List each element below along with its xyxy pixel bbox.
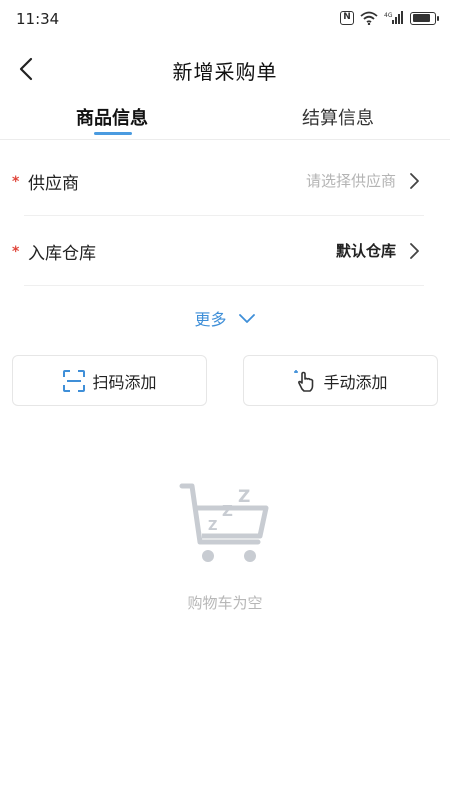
supplier-placeholder: 请选择供应商 xyxy=(305,172,396,190)
more-toggle[interactable]: 更多 xyxy=(0,306,450,330)
sleeping-cart-icon: Z Z Z xyxy=(179,483,269,562)
wifi-icon xyxy=(360,11,378,25)
scan-icon xyxy=(63,369,86,392)
nav-bar: 新增采购单 xyxy=(0,46,450,92)
warehouse-field[interactable]: * 入库仓库 默认仓库 xyxy=(12,216,424,286)
tab-settlement-info[interactable]: 结算信息 xyxy=(268,104,408,130)
tab-bar: 商品信息 结算信息 xyxy=(0,96,450,140)
battery-icon xyxy=(410,11,439,25)
svg-text:4G: 4G xyxy=(384,12,393,19)
required-marker: * xyxy=(12,174,20,190)
battery-fill xyxy=(412,14,430,22)
status-bar: 11:34 N 4G xyxy=(0,0,450,40)
status-time: 11:34 xyxy=(16,10,60,28)
signal-icon: 4G xyxy=(384,11,403,24)
svg-text:Z: Z xyxy=(222,502,233,520)
empty-cart-message: 购物车为空 xyxy=(187,594,263,612)
more-label: 更多 xyxy=(194,310,227,329)
scan-add-button[interactable]: 扫码添加 xyxy=(12,355,207,406)
warehouse-value: 默认仓库 xyxy=(335,242,396,260)
page-title: 新增采购单 xyxy=(172,60,278,84)
chevron-down-icon xyxy=(238,314,255,323)
chevron-right-icon xyxy=(410,173,419,189)
manual-add-button[interactable]: 手动添加 xyxy=(243,355,438,406)
tab-product-info[interactable]: 商品信息 xyxy=(42,104,182,130)
hand-tap-icon xyxy=(294,369,314,392)
supplier-field[interactable]: * 供应商 请选择供应商 xyxy=(12,146,424,216)
supplier-label: 供应商 xyxy=(28,174,79,194)
svg-text:Z: Z xyxy=(208,519,217,534)
warehouse-label: 入库仓库 xyxy=(28,244,96,264)
scan-add-label: 扫码添加 xyxy=(92,372,157,392)
nfc-icon: N xyxy=(340,11,354,25)
active-tab-indicator xyxy=(94,132,132,135)
required-marker: * xyxy=(12,244,20,260)
manual-add-label: 手动添加 xyxy=(323,372,388,392)
svg-text:Z: Z xyxy=(238,487,250,507)
status-icons: N 4G xyxy=(340,11,439,25)
chevron-right-icon xyxy=(410,243,419,259)
